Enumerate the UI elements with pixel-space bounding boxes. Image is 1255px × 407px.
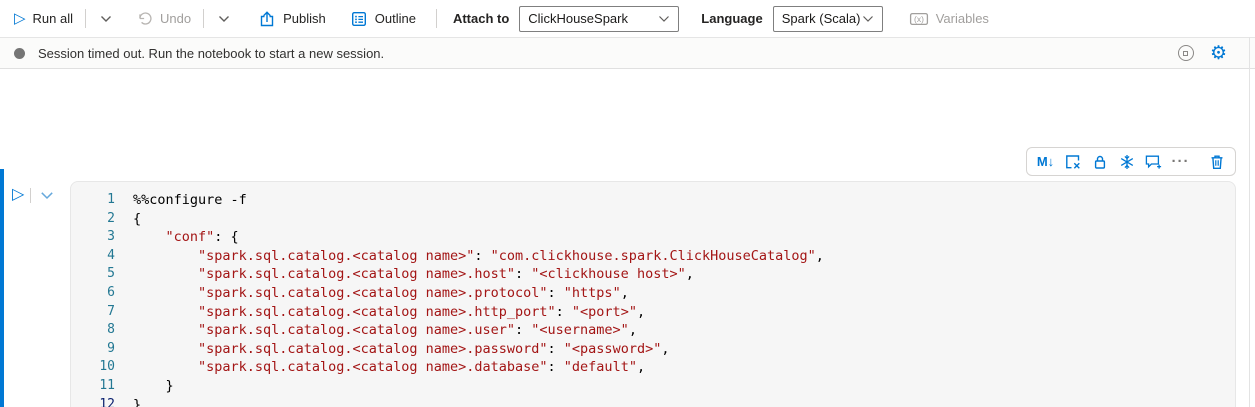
code-editor[interactable]: 1%%configure -f2{3 "conf": {4 "spark.sql… (70, 181, 1236, 407)
delete-icon[interactable] (1203, 149, 1230, 174)
run-all-button[interactable]: ▷ Run all (10, 7, 77, 30)
code-area: 1%%configure -f2{3 "conf": {4 "spark.sql… (71, 191, 1235, 407)
code-text[interactable]: { (133, 210, 141, 229)
toolbar-divider (85, 9, 86, 28)
variables-icon: (x) (909, 11, 929, 27)
outline-icon (350, 10, 368, 28)
run-all-label: Run all (33, 11, 73, 26)
line-number: 9 (71, 340, 115, 359)
code-line[interactable]: 6 "spark.sql.catalog.<catalog name>.prot… (71, 284, 1235, 303)
code-text[interactable]: } (133, 377, 174, 396)
freeze-icon[interactable] (1113, 149, 1140, 174)
notebook-app: ▷ Run all Undo Publish (0, 0, 1255, 407)
code-line[interactable]: 12} (71, 396, 1235, 407)
variables-label: Variables (936, 11, 989, 26)
notebook-body: M↓ ··· ▷ (0, 69, 1255, 407)
attach-to-label: Attach to (453, 11, 509, 26)
publish-label: Publish (283, 11, 326, 26)
session-status-dot-icon (14, 48, 25, 59)
collapse-cell-chevron[interactable] (31, 191, 54, 200)
line-number: 4 (71, 247, 115, 266)
variables-button[interactable]: (x) Variables (905, 7, 993, 31)
code-text[interactable]: } (133, 396, 141, 407)
add-comment-icon[interactable] (1140, 149, 1167, 174)
code-text[interactable]: "spark.sql.catalog.<catalog name>.passwo… (133, 340, 669, 359)
line-number: 8 (71, 321, 115, 340)
line-number: 11 (71, 377, 115, 396)
chevron-down-icon (40, 191, 54, 200)
code-line[interactable]: 10 "spark.sql.catalog.<catalog name>.dat… (71, 358, 1235, 377)
code-text[interactable]: "spark.sql.catalog.<catalog name>.protoc… (133, 284, 629, 303)
line-number: 2 (71, 210, 115, 229)
code-line[interactable]: 4 "spark.sql.catalog.<catalog name>": "c… (71, 247, 1235, 266)
code-text[interactable]: "spark.sql.catalog.<catalog name>": "com… (133, 247, 824, 266)
language-label: Language (701, 11, 762, 26)
notebook-toolbar: ▷ Run all Undo Publish (0, 0, 1255, 37)
line-number: 7 (71, 303, 115, 322)
code-text[interactable]: "spark.sql.catalog.<catalog name>.user":… (133, 321, 637, 340)
language-value: Spark (Scala) (782, 11, 861, 26)
line-number: 12 (71, 396, 115, 407)
code-text[interactable]: "spark.sql.catalog.<catalog name>.host":… (133, 265, 694, 284)
code-text[interactable]: "spark.sql.catalog.<catalog name>.databa… (133, 358, 645, 377)
toolbar-divider (436, 9, 437, 28)
session-message: Session timed out. Run the notebook to s… (38, 46, 384, 61)
undo-label: Undo (160, 11, 191, 26)
panel-edge-divider (1249, 37, 1250, 407)
code-text[interactable]: %%configure -f (133, 191, 247, 210)
chevron-down-icon (218, 15, 230, 23)
settings-gear-icon[interactable]: ⚙ (1210, 44, 1227, 63)
outline-button[interactable]: Outline (346, 6, 420, 32)
line-number: 5 (71, 265, 115, 284)
toolbar-divider (203, 9, 204, 28)
attach-to-dropdown[interactable]: ClickHouseSpark (519, 6, 679, 32)
line-number: 3 (71, 228, 115, 247)
publish-icon (258, 10, 276, 28)
code-line[interactable]: 11 } (71, 377, 1235, 396)
cell-toolbar: M↓ ··· (1026, 147, 1236, 176)
line-number: 6 (71, 284, 115, 303)
chevron-down-icon (100, 15, 112, 23)
markdown-icon[interactable]: M↓ (1032, 149, 1059, 174)
language-dropdown[interactable]: Spark (Scala) (773, 6, 883, 32)
more-icon[interactable]: ··· (1167, 149, 1194, 174)
cell-run-controls: ▷ (10, 187, 54, 203)
code-line[interactable]: 8 "spark.sql.catalog.<catalog name>.user… (71, 321, 1235, 340)
stop-square-icon (1183, 51, 1188, 56)
code-line[interactable]: 3 "conf": { (71, 228, 1235, 247)
run-cell-button[interactable]: ▷ (10, 187, 30, 203)
code-line[interactable]: 2{ (71, 210, 1235, 229)
chevron-down-icon (862, 15, 874, 23)
outline-label: Outline (375, 11, 416, 26)
lock-icon[interactable] (1086, 149, 1113, 174)
svg-text:(x): (x) (914, 14, 924, 24)
code-line[interactable]: 9 "spark.sql.catalog.<catalog name>.pass… (71, 340, 1235, 359)
stop-session-icon[interactable] (1178, 45, 1194, 61)
chevron-down-icon (658, 15, 670, 23)
code-line[interactable]: 1 %%configure -f (71, 191, 1235, 210)
line-number: 1 (71, 191, 115, 210)
cell-selection-bar (0, 169, 4, 407)
code-line[interactable]: 5 "spark.sql.catalog.<catalog name>.host… (71, 265, 1235, 284)
play-icon: ▷ (14, 11, 26, 26)
clear-output-icon[interactable] (1059, 149, 1086, 174)
undo-icon (136, 10, 153, 27)
line-number: 10 (71, 358, 115, 377)
undo-button[interactable]: Undo (132, 6, 195, 31)
attach-to-value: ClickHouseSpark (528, 11, 628, 26)
session-status-bar: Session timed out. Run the notebook to s… (0, 37, 1255, 69)
code-line[interactable]: 7 "spark.sql.catalog.<catalog name>.http… (71, 303, 1235, 322)
code-text[interactable]: "spark.sql.catalog.<catalog name>.http_p… (133, 303, 645, 322)
undo-options-chevron[interactable] (212, 11, 236, 27)
run-all-options-chevron[interactable] (94, 11, 118, 27)
code-text[interactable]: "conf": { (133, 228, 239, 247)
publish-button[interactable]: Publish (254, 6, 330, 32)
